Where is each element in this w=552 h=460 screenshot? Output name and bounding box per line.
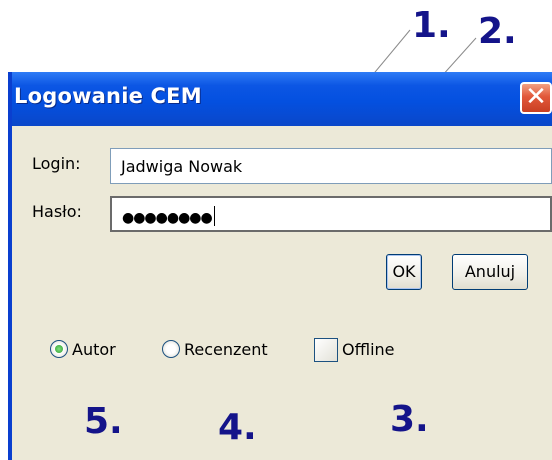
role-option-autor[interactable]: Autor bbox=[50, 338, 140, 364]
password-label: Hasło: bbox=[32, 202, 82, 221]
offline-checkbox[interactable] bbox=[314, 338, 338, 362]
ok-button[interactable]: OK bbox=[386, 254, 422, 290]
password-value: ●●●●●●●● bbox=[122, 210, 213, 226]
cancel-button[interactable]: Anuluj bbox=[452, 254, 528, 290]
callout-3: 3. bbox=[390, 399, 429, 440]
login-label: Login: bbox=[32, 154, 81, 173]
callout-2: 2. bbox=[478, 11, 517, 52]
radio-autor[interactable] bbox=[50, 340, 68, 358]
text-caret bbox=[213, 206, 215, 226]
login-value: Jadwiga Nowak bbox=[121, 157, 243, 176]
password-field[interactable]: ●●●●●●●● bbox=[110, 196, 552, 232]
callout-1: 1. bbox=[412, 5, 451, 46]
role-option-recenzent[interactable]: Recenzent bbox=[162, 338, 298, 364]
offline-label: Offline bbox=[342, 340, 395, 359]
autor-label: Autor bbox=[72, 340, 116, 359]
radio-recenzent[interactable] bbox=[162, 340, 180, 358]
login-field[interactable]: Jadwiga Nowak bbox=[110, 148, 552, 184]
recenzent-label: Recenzent bbox=[184, 340, 268, 359]
close-button[interactable]: ✕ bbox=[520, 82, 552, 114]
window-title: Logowanie CEM bbox=[14, 84, 202, 108]
offline-option[interactable]: Offline bbox=[314, 338, 410, 364]
callout-4: 4. bbox=[218, 407, 257, 448]
title-bar[interactable]: Logowanie CEM ✕ bbox=[12, 72, 552, 126]
close-icon: ✕ bbox=[525, 82, 547, 112]
callout-5: 5. bbox=[84, 401, 123, 442]
radio-selected-dot bbox=[55, 345, 63, 353]
